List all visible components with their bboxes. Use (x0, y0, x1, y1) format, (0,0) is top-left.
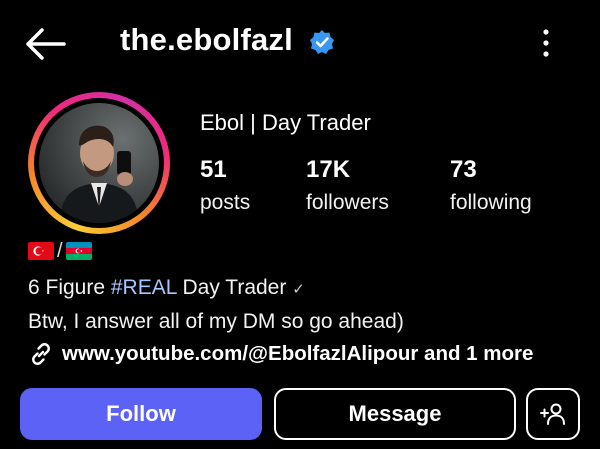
bio-text-suffix: Day Trader (176, 276, 287, 299)
avatar (39, 103, 159, 223)
profile-username: the.ebolfazl (120, 22, 293, 57)
following-label[interactable]: following (450, 191, 532, 215)
suggested-people-button[interactable] (526, 388, 580, 440)
arrow-left-icon (26, 28, 66, 60)
link-text[interactable]: www.youtube.com/@EbolfazlAlipour and 1 m… (62, 342, 533, 366)
hashtag-link[interactable]: #REAL (111, 276, 177, 299)
bio-line-2: Btw, I answer all of my DM so go ahead) (28, 310, 404, 333)
more-vertical-icon (543, 29, 549, 57)
more-options-button[interactable] (535, 26, 557, 60)
check-mark: ✓ (292, 281, 305, 298)
flags-row: / (28, 240, 92, 262)
verified-badge-icon (309, 29, 335, 55)
followers-label[interactable]: followers (306, 191, 389, 215)
story-ring[interactable] (28, 92, 170, 234)
add-person-icon (540, 403, 565, 425)
bio-line-1: 6 Figure #REAL Day Trader ✓ (28, 276, 305, 300)
follow-button[interactable]: Follow (20, 388, 262, 440)
flags-separator: / (57, 239, 63, 262)
turkey-flag-icon (28, 242, 54, 260)
back-button[interactable] (22, 24, 68, 64)
bio-text-prefix: 6 Figure (28, 276, 111, 299)
profile-link[interactable]: www.youtube.com/@EbolfazlAlipour and 1 m… (28, 341, 533, 367)
link-icon (32, 343, 50, 365)
azerbaijan-flag-icon (65, 242, 92, 260)
message-button[interactable]: Message (274, 388, 516, 440)
posts-label: posts (200, 191, 251, 214)
following-count[interactable]: 73 (450, 156, 477, 184)
followers-count[interactable]: 17K (306, 156, 350, 184)
posts-count: 51 (200, 156, 227, 183)
display-name: Ebol | Day Trader (200, 110, 371, 135)
